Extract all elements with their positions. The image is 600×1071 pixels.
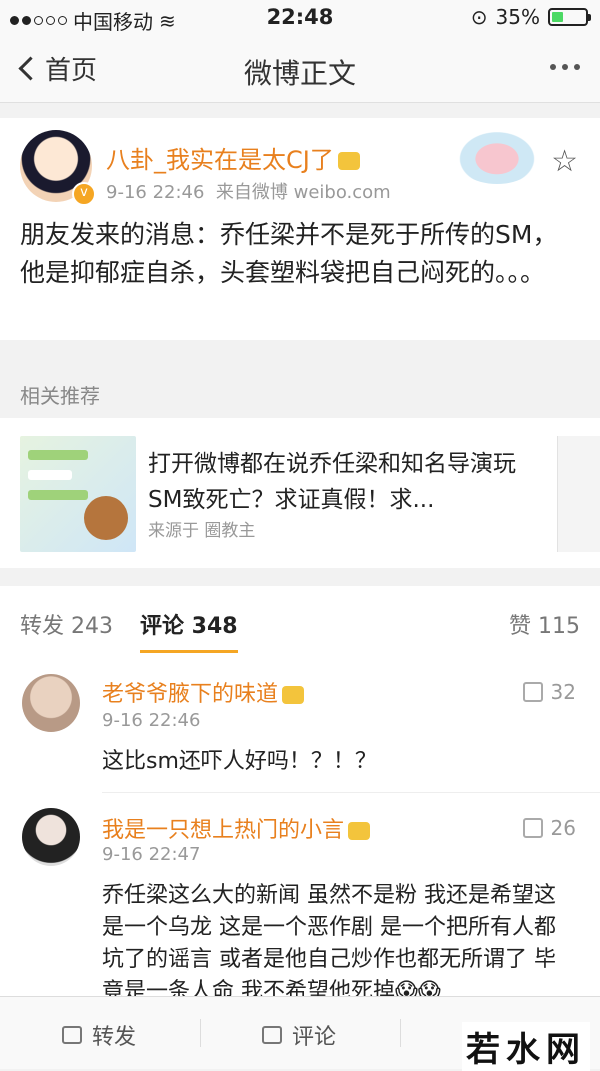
battery-icon: [548, 8, 591, 26]
comment-label: 评论: [292, 1025, 337, 1050]
username-text: 老爷爷腋下的味道: [102, 682, 279, 707]
post-meta: 9-16 22:46 来自微博 weibo.com: [106, 178, 391, 204]
like-count: 32: [550, 680, 576, 704]
like-button[interactable]: 32: [522, 680, 576, 704]
repost-icon: [62, 1026, 82, 1044]
comment-time: 9-16 22:46: [102, 710, 201, 731]
watermark: 若水网: [462, 1022, 590, 1071]
comment-list: 老爷爷腋下的味道 9-16 22:46 32 这比sm还吓人好吗！？！？ 我是一…: [0, 654, 600, 996]
tab-repost[interactable]: 转发 243: [20, 608, 113, 640]
divider: [400, 1019, 401, 1047]
avatar[interactable]: [22, 808, 80, 866]
post-time: 9-16 22:46: [106, 182, 205, 203]
repost-label: 转发: [92, 1025, 137, 1050]
comment-time: 9-16 22:47: [102, 844, 201, 865]
rotation-lock-icon: ⊙: [470, 5, 488, 29]
tab-bar: 转发 243 评论 348 赞 115: [0, 586, 600, 655]
status-bar: 中国移动 ≋ 22:48 ⊙ 35%: [0, 0, 600, 34]
tab-like[interactable]: 赞 115: [509, 608, 580, 640]
username-text: 我是一只想上热门的小言: [102, 818, 345, 843]
username-text: 八卦_我实在是太CJ了: [106, 146, 334, 174]
comment-text: 乔任梁这么大的新闻 虽然不是粉 我还是希望这是一个乌龙 这是一个恶作剧 是一个把…: [102, 883, 556, 996]
thumbs-up-icon: [522, 682, 543, 702]
related-label: 相关推荐: [20, 384, 100, 408]
related-card[interactable]: 打开微博都在说乔任梁和知名导演玩SM致死亡？求证真假！求... 来源于 圈教主: [0, 418, 600, 568]
related-thumbnail: [20, 436, 136, 552]
comment-button[interactable]: 评论: [262, 1019, 336, 1051]
comment-username[interactable]: 老爷爷腋下的味道: [102, 676, 305, 708]
like-button[interactable]: 26: [522, 816, 576, 840]
repost-button[interactable]: 转发: [62, 1019, 136, 1051]
related-source: 来源于 圈教主: [148, 521, 256, 541]
battery-percent: 35%: [495, 5, 540, 29]
comment-icon: [262, 1026, 282, 1044]
active-tab-indicator: [140, 650, 238, 653]
decoration-sticker-icon: [454, 128, 540, 184]
divider: [200, 1019, 201, 1047]
comment-text: 这比sm还吓人好吗！？！？: [102, 749, 377, 774]
weibo-post: v 八卦_我实在是太CJ了 9-16 22:46 来自微博 weibo.com …: [0, 118, 600, 340]
page-title: 微博正文: [243, 57, 356, 90]
bear-sticker-icon: [84, 496, 128, 540]
post-username[interactable]: 八卦_我实在是太CJ了: [106, 140, 360, 175]
crown-icon: [282, 686, 305, 704]
thumbs-up-icon: [522, 818, 543, 838]
crown-icon: [348, 822, 371, 840]
like-count: 26: [550, 816, 576, 840]
related-side-thumbnail: [557, 436, 600, 552]
tab-comment[interactable]: 评论 348: [140, 608, 238, 640]
avatar[interactable]: [22, 674, 80, 732]
divider: [102, 792, 600, 793]
post-text: 朋友发来的消息：乔任梁并不是死于所传的SM，他是抑郁症自杀，头套塑料袋把自己闷死…: [20, 220, 558, 287]
nav-bar: 首页 微博正文: [0, 34, 600, 103]
crown-icon: [337, 152, 360, 170]
more-button[interactable]: [550, 64, 580, 70]
related-title: 打开微博都在说乔任梁和知名导演玩SM致死亡？求证真假！求...: [148, 451, 516, 513]
comment-username[interactable]: 我是一只想上热门的小言: [102, 812, 371, 844]
favorite-star-icon[interactable]: ☆: [551, 144, 578, 179]
post-source: 来自微博 weibo.com: [215, 182, 391, 203]
verified-badge-icon: v: [72, 182, 96, 206]
